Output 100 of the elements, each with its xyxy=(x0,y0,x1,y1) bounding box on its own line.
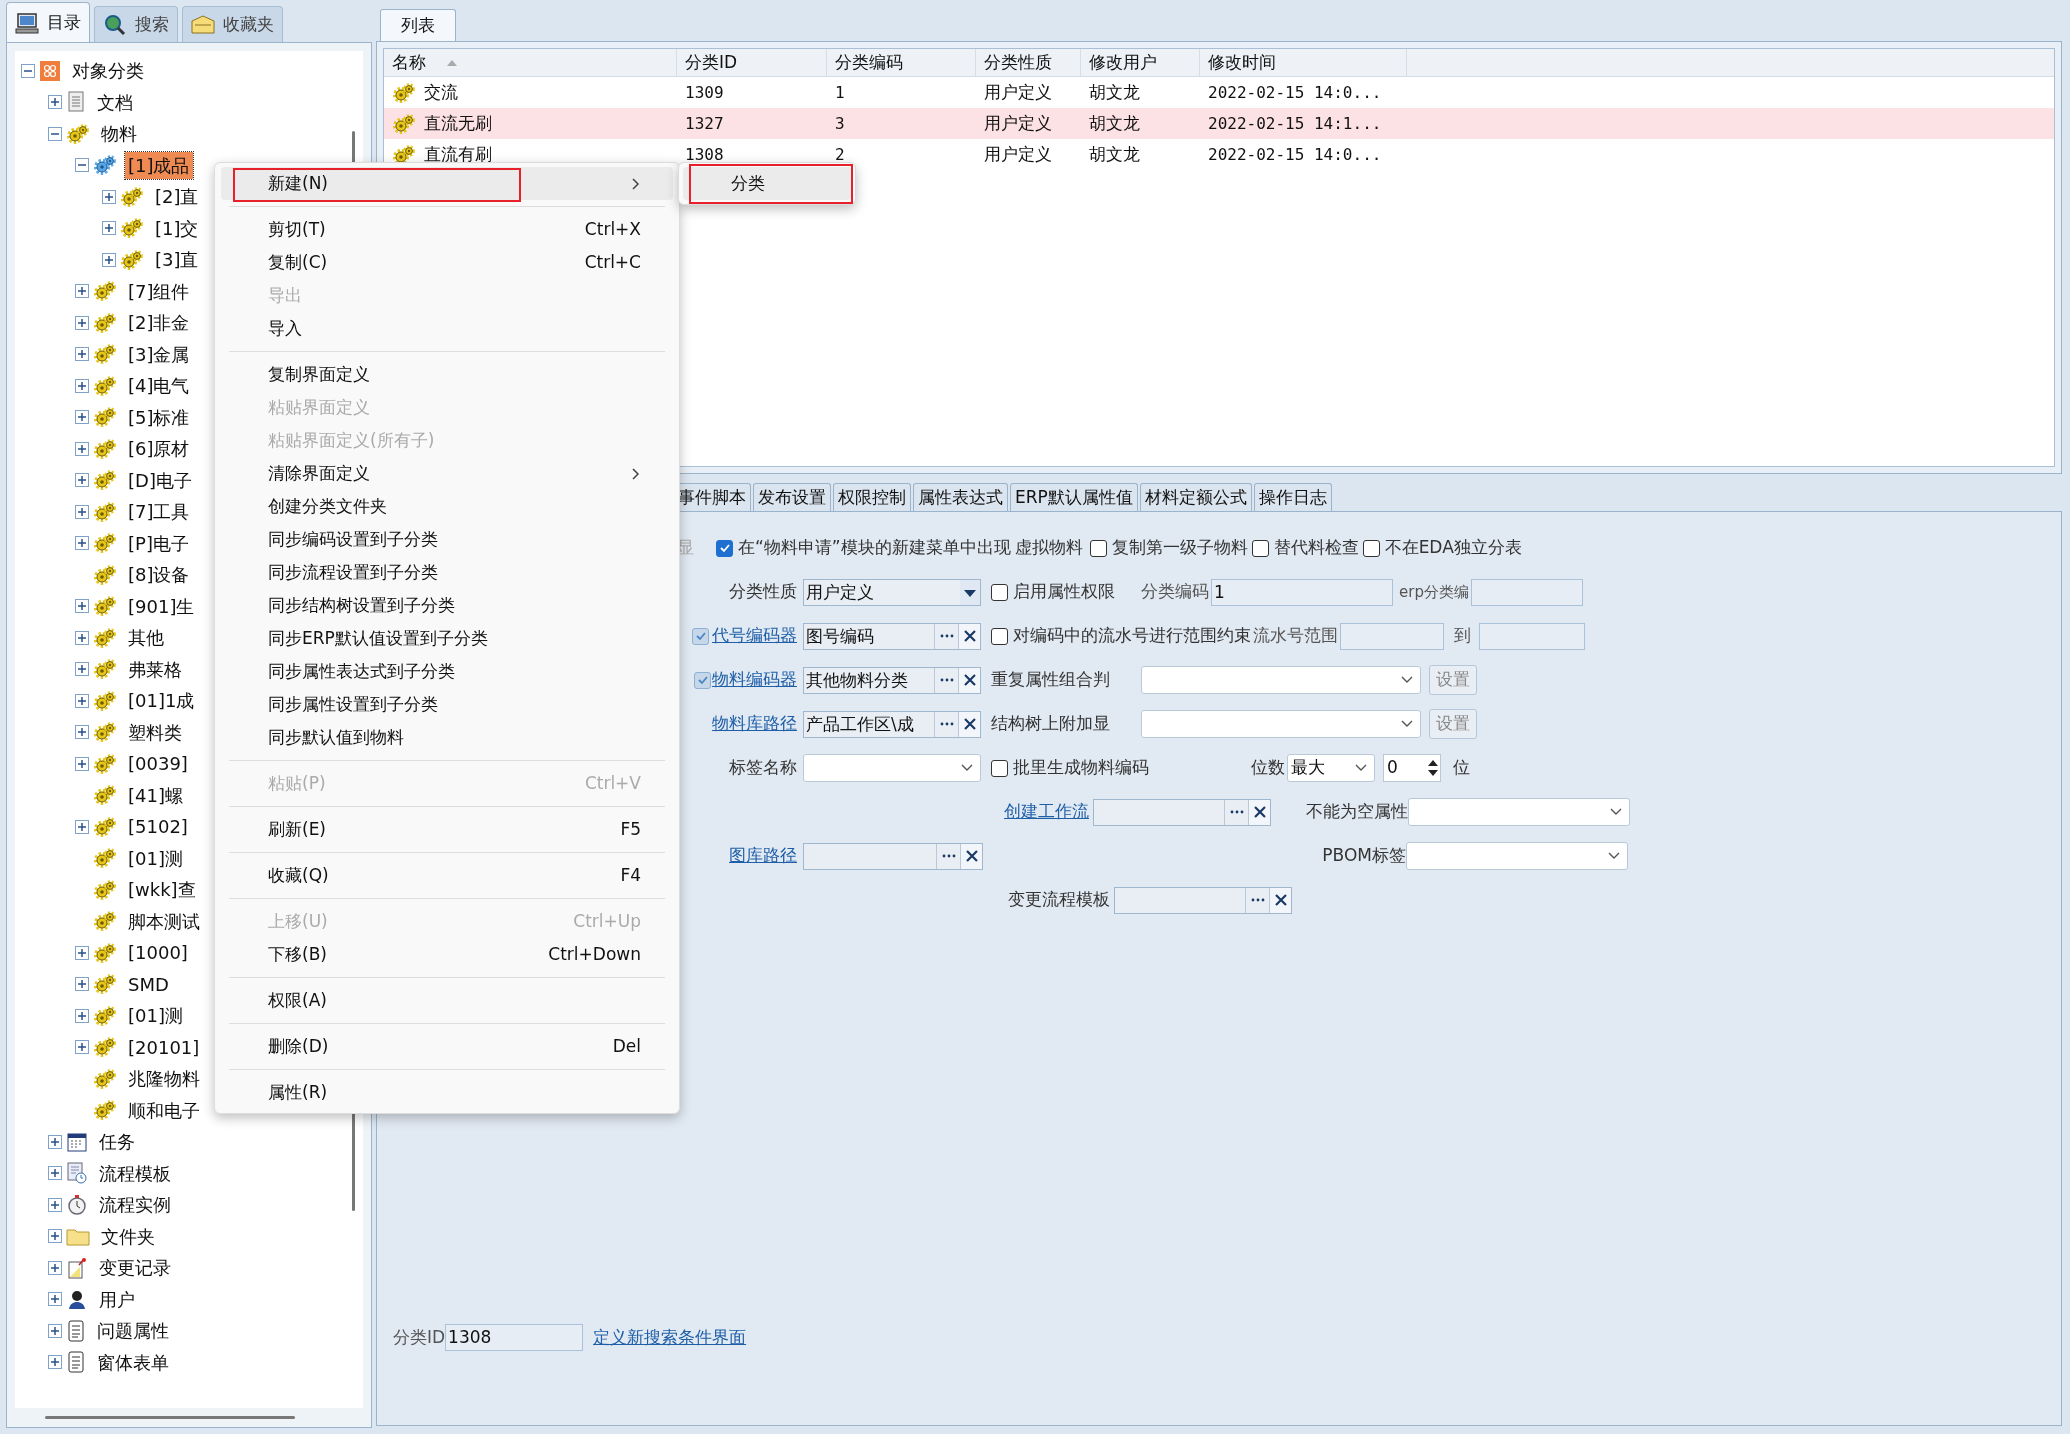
field-link[interactable]: 物料库路径 xyxy=(712,711,797,737)
tree-item[interactable]: 流程实例 xyxy=(96,1191,174,1219)
expand-icon[interactable] xyxy=(75,756,89,771)
menu-item[interactable]: 新建(N) xyxy=(221,167,673,200)
expand-icon[interactable] xyxy=(48,1260,62,1275)
field-link[interactable]: 代号编码器 xyxy=(712,623,797,649)
clear-button[interactable] xyxy=(1269,887,1291,913)
collapse-icon[interactable] xyxy=(75,158,89,173)
text-field[interactable] xyxy=(1479,622,1585,650)
expand-icon[interactable] xyxy=(48,1197,62,1212)
tree-item[interactable]: 物料 xyxy=(98,120,140,148)
text-field[interactable]: 1 xyxy=(1211,578,1393,606)
tree-item[interactable]: 顺和电子 xyxy=(125,1096,203,1124)
checkbox[interactable] xyxy=(692,627,709,645)
tree-item[interactable]: [01]测 xyxy=(125,844,186,872)
expand-icon[interactable] xyxy=(102,221,116,236)
expand-icon[interactable] xyxy=(102,252,116,267)
field-link[interactable]: 创建工作流 xyxy=(1004,799,1089,825)
menu-item[interactable]: 同步结构树设置到子分类 xyxy=(221,589,673,622)
tab[interactable]: 操作日志 xyxy=(1253,483,1332,511)
number-spinner[interactable]: 0 xyxy=(1383,754,1441,782)
tree-item[interactable]: 弗莱格 xyxy=(125,655,185,683)
checkbox[interactable] xyxy=(694,671,711,689)
expand-icon[interactable] xyxy=(75,315,89,330)
table-row[interactable]: 直流无刷 1327 3 用户定义 胡文龙 2022-02-15 14:1... xyxy=(384,108,2054,139)
menu-item[interactable]: 导入 xyxy=(221,312,673,345)
expand-icon[interactable] xyxy=(75,945,89,960)
tree-item[interactable]: [01]1成 xyxy=(125,687,198,715)
tree-item[interactable]: [7]组件 xyxy=(125,277,193,305)
tab[interactable]: 目录 xyxy=(6,2,90,42)
expand-icon[interactable] xyxy=(75,1040,89,1055)
menu-item[interactable]: 刷新(E) F5 xyxy=(221,813,673,846)
expand-icon[interactable] xyxy=(48,1166,62,1181)
checkbox[interactable] xyxy=(1251,539,1269,557)
expand-icon[interactable] xyxy=(75,284,89,299)
expand-icon[interactable] xyxy=(75,693,89,708)
column-header[interactable]: 修改时间 xyxy=(1200,49,1407,76)
menu-item[interactable]: 同步编码设置到子分类 xyxy=(221,523,673,556)
tree-item[interactable]: 对象分类 xyxy=(69,57,147,85)
menu-item[interactable]: 收藏(Q) F4 xyxy=(221,859,673,892)
menu-item[interactable]: 创建分类文件夹 xyxy=(221,490,673,523)
field-link[interactable]: 物料编码器 xyxy=(712,667,797,693)
tree-item[interactable]: 兆隆物料 xyxy=(125,1065,203,1093)
tree-item[interactable]: [7]工具 xyxy=(125,498,193,526)
expand-icon[interactable] xyxy=(75,441,89,456)
tree-item[interactable]: [D]电子 xyxy=(125,466,195,494)
expand-icon[interactable] xyxy=(75,630,89,645)
picker-field[interactable] xyxy=(1114,886,1292,914)
column-header[interactable]: 分类编码 xyxy=(827,49,976,76)
clear-button[interactable] xyxy=(960,843,982,869)
expand-icon[interactable] xyxy=(48,95,62,110)
checkbox[interactable] xyxy=(991,583,1008,601)
clear-button[interactable] xyxy=(958,711,980,737)
tree-item[interactable]: [5]标准 xyxy=(125,403,193,431)
column-header[interactable]: 分类性质 xyxy=(976,49,1081,76)
picker-field[interactable]: 图号编码 xyxy=(803,622,981,650)
tab[interactable]: 列表 xyxy=(380,9,456,41)
menu-item[interactable]: 同步流程设置到子分类 xyxy=(221,556,673,589)
column-header[interactable]: 修改用户 xyxy=(1081,49,1200,76)
menu-item[interactable]: 下移(B) Ctrl+Down xyxy=(221,938,673,971)
expand-icon[interactable] xyxy=(75,410,89,425)
tree-item[interactable]: 文件夹 xyxy=(98,1222,158,1250)
expand-icon[interactable] xyxy=(75,819,89,834)
expand-icon[interactable] xyxy=(75,504,89,519)
tree-item[interactable]: 脚本测试 xyxy=(125,907,203,935)
expand-icon[interactable] xyxy=(75,662,89,677)
tree-item[interactable]: [20101] xyxy=(125,1033,203,1061)
expand-icon[interactable] xyxy=(48,1355,62,1370)
expand-icon[interactable] xyxy=(75,378,89,393)
menu-item[interactable]: 删除(D) Del xyxy=(221,1030,673,1063)
picker-field[interactable] xyxy=(1093,798,1271,826)
menu-item[interactable]: 属性(R) xyxy=(221,1076,673,1109)
tree-item[interactable]: 用户 xyxy=(96,1285,138,1313)
menu-item[interactable]: 同步属性设置到子分类 xyxy=(221,688,673,721)
checkbox[interactable] xyxy=(1362,539,1380,557)
tree-item[interactable]: [2]非金 xyxy=(125,309,193,337)
expand-icon[interactable] xyxy=(75,599,89,614)
tree-item[interactable]: [P]电子 xyxy=(125,529,192,557)
tab[interactable]: ERP默认属性值 xyxy=(1010,483,1138,511)
tab[interactable]: 搜索 xyxy=(94,6,178,42)
picker-field[interactable]: 其他物料分类 xyxy=(803,666,981,694)
field-link[interactable]: 定义新搜索条件界面 xyxy=(593,1324,747,1351)
menu-item[interactable]: 复制(C) Ctrl+C xyxy=(221,246,673,279)
text-field[interactable] xyxy=(1470,578,1583,606)
menu-item[interactable]: 同步属性表达式到子分类 xyxy=(221,655,673,688)
expand-icon[interactable] xyxy=(75,347,89,362)
column-header[interactable]: 名称 xyxy=(384,49,677,76)
expand-icon[interactable] xyxy=(102,189,116,204)
tree-item[interactable]: 文档 xyxy=(94,88,136,116)
dropdown[interactable]: 最大 xyxy=(1287,754,1375,782)
menu-item[interactable]: 复制界面定义 xyxy=(221,358,673,391)
tree-item[interactable]: SMD xyxy=(125,970,172,998)
tree-item[interactable]: [8]设备 xyxy=(125,561,193,589)
checkbox[interactable] xyxy=(991,627,1008,645)
menu-item[interactable]: 同步默认值到物料 xyxy=(221,721,673,754)
tree-item[interactable]: 窗体表单 xyxy=(94,1348,172,1376)
expand-icon[interactable] xyxy=(48,1323,62,1338)
tree-item[interactable]: [3]金属 xyxy=(125,340,193,368)
menu-item[interactable]: 清除界面定义 xyxy=(221,457,673,490)
tab[interactable]: 发布设置 xyxy=(753,483,831,511)
